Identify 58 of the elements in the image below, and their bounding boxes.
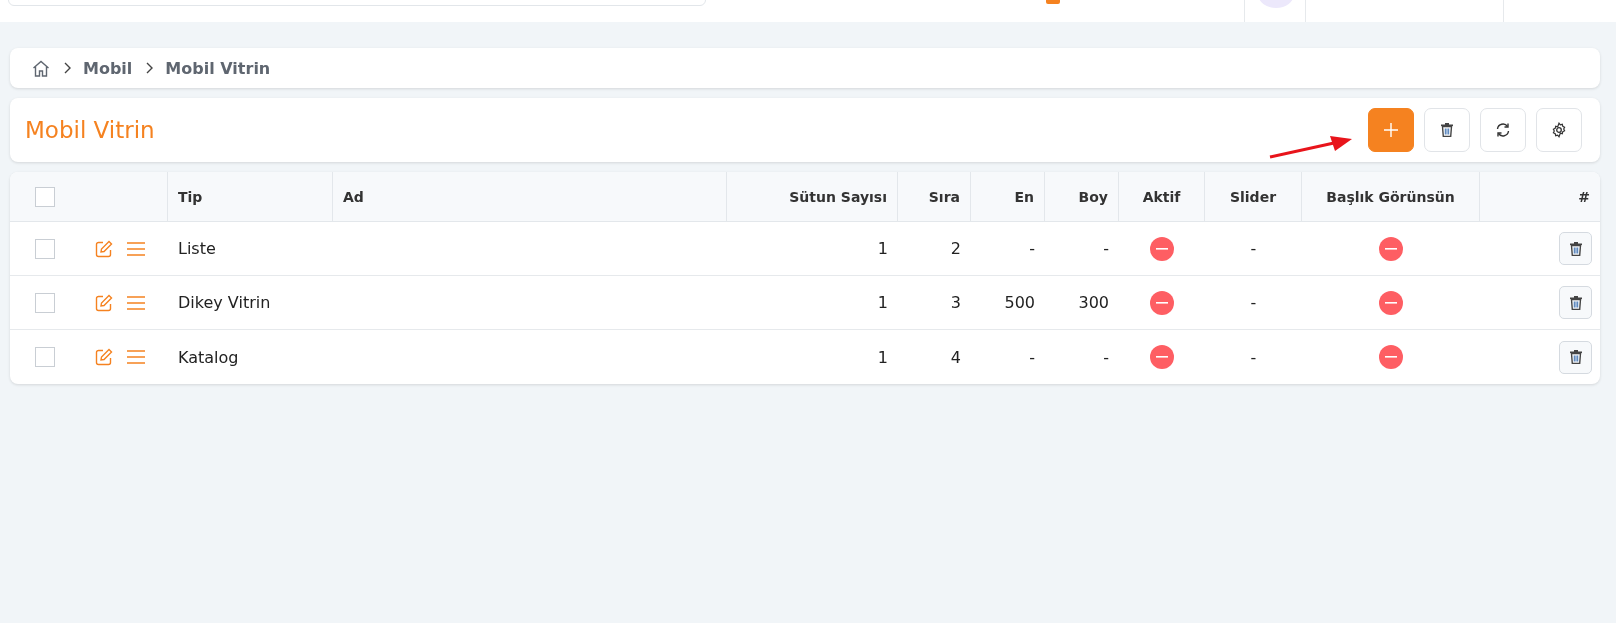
edit-icon[interactable]	[95, 293, 113, 312]
column-header: Boy	[1078, 188, 1108, 205]
plus-icon	[1384, 123, 1398, 137]
trash-icon	[1569, 241, 1582, 256]
menu-icon[interactable]	[127, 241, 145, 256]
table-cell: -	[1250, 293, 1257, 312]
table-cell: 3	[950, 293, 961, 312]
chevron-right-icon	[146, 62, 154, 74]
table-cell: -	[1029, 347, 1035, 367]
row-checkbox[interactable]	[35, 238, 55, 259]
delete-row-button[interactable]	[1559, 340, 1592, 374]
trash-icon	[1569, 295, 1582, 310]
table-cell: Katalog	[178, 347, 239, 367]
column-header: Aktif	[1142, 188, 1181, 205]
menu-icon[interactable]	[127, 350, 145, 364]
column-header: Sütun Sayısı	[789, 188, 887, 205]
add-button[interactable]	[1368, 108, 1414, 152]
settings-button[interactable]	[1536, 108, 1582, 152]
menu-icon[interactable]	[127, 295, 145, 310]
refresh-button[interactable]	[1480, 108, 1526, 152]
table-cell: -	[1250, 347, 1257, 367]
column-header: Slider	[1229, 188, 1277, 205]
delete-row-button[interactable]	[1559, 232, 1592, 265]
home-icon[interactable]	[32, 59, 50, 77]
page-title: Mobil Vitrin	[25, 117, 155, 143]
table-cell: Liste	[178, 239, 216, 258]
delete-row-button[interactable]	[1559, 286, 1592, 319]
table-cell: Dikey Vitrin	[178, 293, 271, 312]
edit-icon[interactable]	[95, 239, 113, 258]
table-cell: 2	[950, 239, 961, 258]
table-cell: -	[1029, 239, 1035, 258]
delete-button[interactable]	[1424, 108, 1470, 152]
row-checkbox[interactable]	[35, 292, 55, 313]
table-cell: 1	[877, 347, 888, 367]
column-header: Sıra	[928, 188, 960, 205]
breadcrumb-link[interactable]: Mobil	[83, 58, 133, 78]
trash-icon	[1441, 123, 1453, 137]
column-header: Ad	[343, 188, 364, 205]
table-cell: 1	[877, 293, 888, 312]
column-header: Tip	[178, 188, 203, 205]
select-all-checkbox[interactable]	[35, 186, 55, 207]
row-checkbox[interactable]	[35, 347, 55, 367]
settings-icon	[1551, 122, 1567, 138]
column-header: En	[1014, 188, 1034, 205]
table-cell: -	[1103, 239, 1109, 258]
table-cell: 1	[877, 239, 888, 258]
refresh-icon	[1495, 122, 1511, 138]
table-cell: -	[1250, 239, 1257, 258]
table-cell: 300	[1078, 293, 1109, 312]
column-header: #	[1578, 188, 1590, 205]
column-header: Başlık Görünsün	[1326, 188, 1455, 205]
chevron-right-icon	[64, 62, 71, 74]
trash-icon	[1569, 350, 1582, 364]
table-cell: 500	[1004, 293, 1035, 312]
table-cell: -	[1103, 347, 1109, 367]
table-cell: 4	[950, 347, 961, 367]
breadcrumb-link[interactable]: Mobil Vitrin	[165, 58, 271, 78]
edit-icon[interactable]	[95, 348, 113, 366]
